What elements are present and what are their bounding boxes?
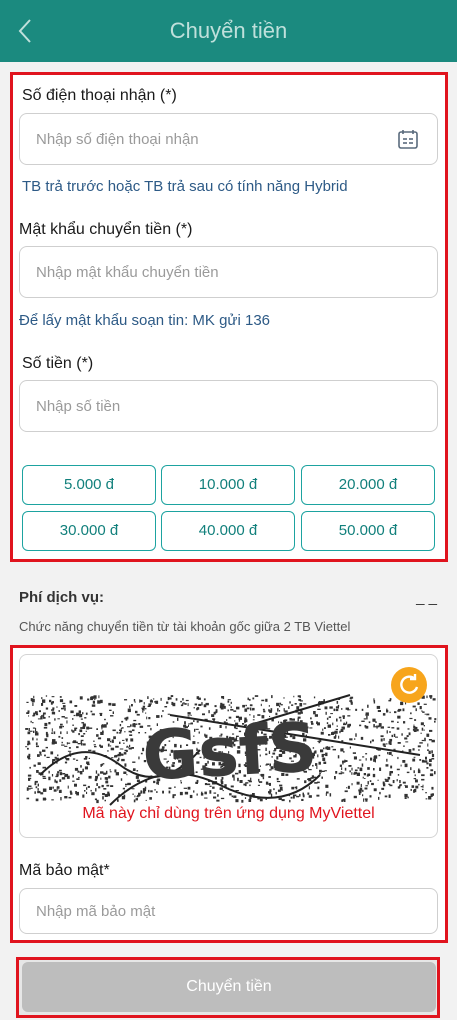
amount-option-10000[interactable]: 10.000 đ: [161, 465, 295, 505]
security-code-field[interactable]: [19, 888, 438, 934]
page-title: Chuyển tiền: [169, 18, 288, 43]
contact-book-icon[interactable]: [397, 129, 419, 151]
security-code-label: Mã bảo mật*: [19, 862, 110, 879]
recipient-input[interactable]: [20, 114, 437, 164]
fee-note: Chức năng chuyển tiền từ tài khoản gốc g…: [19, 619, 351, 634]
password-label: Mật khẩu chuyển tiền (*): [19, 221, 193, 238]
captcha-note: Mã này chỉ dùng trên ứng dụng MyViettel: [82, 805, 375, 822]
password-hint: Để lấy mật khẩu soạn tin: MK gửi 136: [19, 312, 271, 329]
password-field[interactable]: [19, 246, 438, 298]
amount-option-30000[interactable]: 30.000 đ: [22, 511, 156, 551]
amount-label: Số tiền (*): [22, 355, 94, 372]
security-code-input[interactable]: [20, 889, 437, 933]
amount-option-20000[interactable]: 20.000 đ: [301, 465, 435, 505]
amount-input[interactable]: [20, 381, 437, 431]
password-input[interactable]: [20, 247, 437, 297]
fee-value: _ _: [416, 589, 437, 606]
amount-field[interactable]: [19, 380, 438, 432]
captcha-card: GsfS Mã này chỉ dùng trên ứng dụng MyVie…: [19, 654, 438, 838]
fee-label: Phí dịch vụ:: [19, 589, 105, 606]
refresh-icon[interactable]: [391, 667, 427, 703]
captcha-text: GsfS: [140, 708, 319, 796]
recipient-field[interactable]: [19, 113, 438, 165]
recipient-label: Số điện thoại nhận (*): [22, 87, 177, 104]
submit-button[interactable]: Chuyển tiền: [22, 962, 436, 1012]
amount-option-40000[interactable]: 40.000 đ: [161, 511, 295, 551]
amount-option-5000[interactable]: 5.000 đ: [22, 465, 156, 505]
amount-option-50000[interactable]: 50.000 đ: [301, 511, 435, 551]
app-header: Chuyển tiền: [0, 0, 457, 62]
recipient-hint: TB trả trước hoặc TB trả sau có tính năn…: [22, 178, 348, 195]
